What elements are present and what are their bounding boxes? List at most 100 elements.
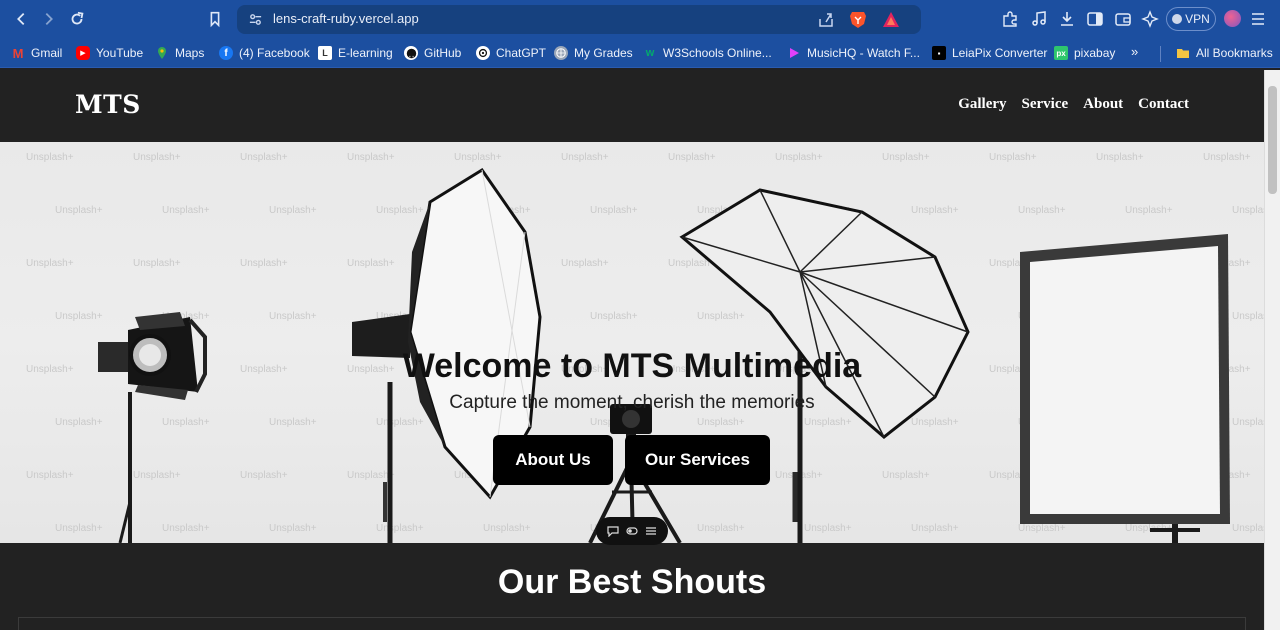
wallet-icon[interactable]	[1113, 9, 1133, 29]
url-text[interactable]: lens-craft-ruby.vercel.app	[273, 11, 419, 26]
gallery-container	[18, 617, 1246, 630]
nav-link-contact[interactable]: Contact	[1138, 96, 1189, 113]
watermark-text: Unsplash+	[668, 152, 716, 163]
site-logo[interactable]: MTS	[75, 90, 141, 119]
browser-toolbar: lens-craft-ruby.vercel.app VPN	[0, 0, 1280, 38]
watermark-text: Unsplash+	[376, 205, 424, 216]
watermark-text: Unsplash+	[240, 258, 288, 269]
bookmark-gmail[interactable]: M Gmail	[11, 44, 63, 62]
list-icon[interactable]	[645, 525, 657, 537]
bookmark-facebook[interactable]: f (4) Facebook	[219, 44, 310, 62]
bookmark-label: GitHub	[424, 46, 462, 60]
all-bookmarks-button[interactable]: All Bookmarks	[1176, 44, 1273, 62]
watermark-text: Unsplash+	[1125, 205, 1173, 216]
watermark-text: Unsplash+	[55, 311, 103, 322]
bookmark-w3schools[interactable]: w W3Schools Online...	[643, 44, 772, 62]
watermark-text: Unsplash+	[1018, 523, 1066, 534]
hero-subtitle: Capture the moment, cherish the memories	[449, 392, 815, 413]
watermark-text: Unsplash+	[269, 311, 317, 322]
address-bar[interactable]: lens-craft-ruby.vercel.app	[237, 5, 921, 34]
bookmark-label: (4) Facebook	[239, 46, 310, 60]
back-icon[interactable]	[8, 6, 34, 32]
watermark-text: Unsplash+	[376, 523, 424, 534]
bookmark-github[interactable]: GitHub	[404, 44, 461, 62]
site-nav-links: Gallery Service About Contact	[958, 96, 1189, 113]
hero-buttons: About Us Our Services	[493, 435, 770, 485]
maps-icon	[155, 46, 169, 60]
forward-icon[interactable]	[36, 6, 62, 32]
watermark-text: Unsplash+	[269, 205, 317, 216]
watermark-text: Unsplash+	[376, 417, 424, 428]
watermark-text: Unsplash+	[882, 152, 930, 163]
profile-avatar[interactable]	[1224, 10, 1241, 27]
watermark-text: Unsplash+	[347, 152, 395, 163]
nav-link-gallery[interactable]: Gallery	[958, 96, 1006, 113]
hero-title: Welcome to MTS Multimedia	[402, 347, 862, 385]
best-shouts-section: Our Best Shouts	[0, 543, 1264, 630]
bookmark-pixabay[interactable]: px pixabay	[1054, 44, 1115, 62]
site-settings-icon[interactable]	[248, 12, 263, 27]
our-services-button[interactable]: Our Services	[625, 435, 770, 485]
watermark-text: Unsplash+	[240, 470, 288, 481]
hero-section: Unsplash+ Unsplash+ Unsplash+ Unsplash+ Unsp…	[0, 142, 1264, 543]
bookmark-label: MusicHQ - Watch F...	[807, 46, 920, 60]
download-icon[interactable]	[1057, 9, 1077, 29]
bookmarks-overflow-button[interactable]: »	[1131, 44, 1138, 59]
watermark-text: Unsplash+	[590, 311, 638, 322]
about-us-button[interactable]: About Us	[493, 435, 613, 485]
share-icon[interactable]	[817, 11, 835, 29]
watermark-text: Unsplash+	[911, 417, 959, 428]
bookmark-label: My Grades	[574, 46, 633, 60]
watermark-text: Unsplash+	[1232, 311, 1264, 322]
youtube-icon: ▶	[76, 46, 90, 60]
bookmark-elearning[interactable]: L E-learning	[318, 44, 393, 62]
watermark-text: Unsplash+	[989, 152, 1037, 163]
watermark-text: Unsplash+	[55, 205, 103, 216]
leo-icon[interactable]	[1140, 9, 1160, 29]
brave-shields-icon[interactable]	[849, 10, 867, 29]
watermark-text: Unsplash+	[240, 152, 288, 163]
bookmark-label: LeiaPix Converter	[952, 46, 1048, 60]
bookmark-youtube[interactable]: ▶ YouTube	[76, 44, 143, 62]
reload-icon[interactable]	[64, 6, 90, 32]
bookmark-label: Maps	[175, 46, 205, 60]
sidebar-icon[interactable]	[1085, 9, 1105, 29]
toggle-icon[interactable]	[626, 525, 638, 537]
bookmark-leiapix[interactable]: ▪ LeiaPix Converter	[932, 44, 1047, 62]
bookmark-maps[interactable]: Maps	[155, 44, 204, 62]
watermark-text: Unsplash+	[55, 417, 103, 428]
chatgpt-icon	[476, 46, 490, 60]
vpn-status-icon	[1172, 14, 1183, 24]
watermark-text: Unsplash+	[1203, 152, 1251, 163]
studio-panel-light	[1020, 234, 1230, 543]
bookmark-label: ChatGPT	[496, 46, 547, 60]
nav-link-service[interactable]: Service	[1022, 96, 1069, 113]
puzzle-icon[interactable]	[1000, 9, 1020, 29]
brave-rewards-icon[interactable]	[882, 11, 900, 28]
web-page: MTS Gallery Service About Contact Unspla…	[0, 70, 1264, 630]
watermark-text: Unsplash+	[26, 470, 74, 481]
bookmark-my-grades[interactable]: My Grades	[554, 44, 633, 62]
vpn-button[interactable]: VPN	[1166, 7, 1216, 31]
watermark-text: Unsplash+	[1232, 417, 1264, 428]
bookmark-musichq[interactable]: MusicHQ - Watch F...	[787, 44, 920, 62]
vpn-label: VPN	[1185, 12, 1210, 26]
menu-icon[interactable]	[1248, 9, 1268, 29]
bookmark-icon[interactable]	[202, 6, 228, 32]
site-navbar: MTS Gallery Service About Contact	[0, 70, 1264, 142]
watermark-text: Unsplash+	[269, 523, 317, 534]
folder-icon	[1176, 46, 1190, 60]
all-bookmarks-label: All Bookmarks	[1196, 46, 1273, 60]
watermark-text: Unsplash+	[55, 523, 103, 534]
page-scrollbar[interactable]	[1264, 70, 1280, 630]
nav-link-about[interactable]: About	[1083, 96, 1123, 113]
music-icon[interactable]	[1029, 9, 1049, 29]
elearning-icon: L	[318, 46, 332, 60]
scrollbar-thumb[interactable]	[1268, 86, 1277, 194]
bookmarks-bar: M Gmail ▶ YouTube Maps f (4) Facebook L …	[0, 38, 1280, 68]
watermark-text: Unsplash+	[697, 311, 745, 322]
comment-icon[interactable]	[607, 525, 619, 537]
watermark-text: Unsplash+	[133, 258, 181, 269]
bookmark-chatgpt[interactable]: ChatGPT	[476, 44, 546, 62]
github-icon	[404, 46, 418, 60]
